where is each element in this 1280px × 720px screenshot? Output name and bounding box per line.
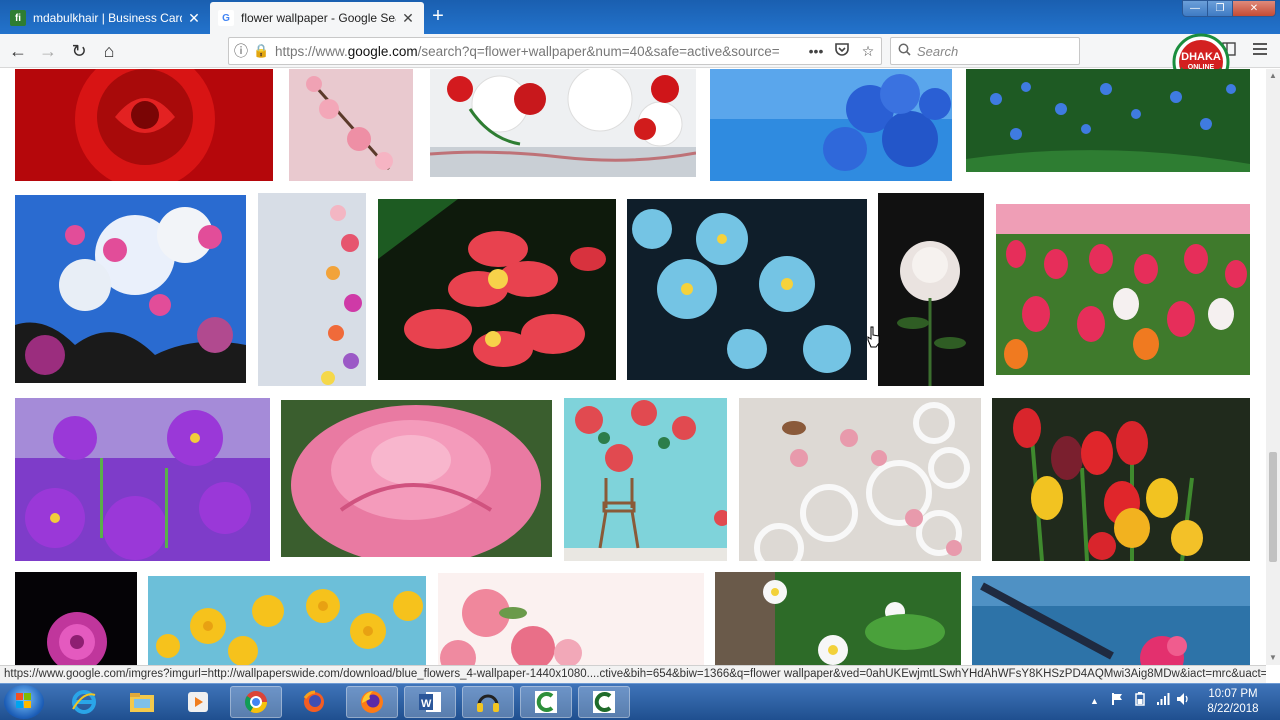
firefox-icon[interactable]: [346, 686, 398, 718]
start-button[interactable]: [4, 685, 44, 719]
url-text[interactable]: https://www.google.com/search?q=flower+w…: [275, 44, 803, 59]
search-icon: [891, 43, 917, 59]
image-result-tulips[interactable]: [992, 398, 1250, 561]
tab-title: mdabulkhair | Business Cards & L: [33, 11, 182, 25]
scrollbar-thumb[interactable]: [1269, 452, 1277, 562]
image-result-plumeria[interactable]: [378, 199, 616, 380]
image-result-pink-rose[interactable]: [281, 400, 552, 557]
image-result-blue-flowers[interactable]: [710, 69, 952, 181]
scroll-down-icon[interactable]: ▼: [1266, 651, 1280, 665]
image-result-white-blossoms[interactable]: [715, 572, 961, 665]
forward-button[interactable]: →: [36, 40, 60, 62]
minimize-button[interactable]: —: [1182, 0, 1208, 17]
close-icon[interactable]: ✕: [186, 10, 202, 27]
tab-business-cards[interactable]: fi mdabulkhair | Business Cards & L ✕: [2, 2, 210, 34]
image-result-cherry-blossom[interactable]: [289, 69, 413, 181]
address-bar[interactable]: ⓘ 🔒 https://www.google.com/search?q=flow…: [228, 37, 882, 65]
image-results-grid: [0, 69, 1266, 665]
close-icon[interactable]: ✕: [400, 10, 416, 27]
image-result-pink-roses-white[interactable]: [438, 573, 704, 665]
navigation-bar: ← → ↻ ⌂ ⓘ 🔒 https://www.google.com/searc…: [0, 34, 1280, 68]
firefox-alt-icon[interactable]: [288, 686, 340, 718]
screen: fi mdabulkhair | Business Cards & L ✕ G …: [0, 0, 1280, 720]
home-button[interactable]: ⌂: [97, 40, 121, 62]
reload-button[interactable]: ↻: [67, 40, 91, 62]
hand-cursor-icon: [867, 326, 881, 348]
more-actions-icon[interactable]: •••: [803, 43, 829, 59]
maximize-button[interactable]: ❐: [1207, 0, 1233, 17]
google-icon: G: [218, 10, 234, 26]
chrome-icon[interactable]: [230, 686, 282, 718]
word-icon[interactable]: W: [404, 686, 456, 718]
lock-icon[interactable]: 🔒: [253, 43, 269, 59]
svg-text:W: W: [421, 698, 432, 710]
headphones-app-icon[interactable]: [462, 686, 514, 718]
scroll-up-icon[interactable]: ▲: [1266, 69, 1280, 83]
image-result-white-peony[interactable]: [878, 193, 984, 386]
clock-time: 10:07 PM: [1208, 688, 1258, 700]
image-result-tulip-field[interactable]: [996, 204, 1250, 375]
new-tab-button[interactable]: +: [428, 4, 448, 28]
url-host: google.com: [347, 43, 418, 59]
fiverr-icon: fi: [10, 10, 26, 26]
image-result-yellow-flowers[interactable]: [148, 576, 426, 665]
tab-title: flower wallpaper - Google Search: [241, 11, 396, 25]
image-result-flower-border[interactable]: [258, 193, 366, 386]
search-input[interactable]: Search: [890, 37, 1080, 65]
battery-icon[interactable]: [1133, 692, 1147, 709]
image-result-purple-cosmos[interactable]: [15, 398, 270, 561]
tray-expand-icon[interactable]: ▲: [1090, 696, 1099, 706]
file-explorer-icon[interactable]: [116, 686, 168, 718]
menu-icon[interactable]: [1252, 42, 1268, 60]
tab-bar: fi mdabulkhair | Business Cards & L ✕ G …: [0, 0, 1280, 34]
image-result-blue-flowers-4[interactable]: [627, 199, 867, 380]
network-signal-icon[interactable]: [1156, 692, 1170, 709]
image-result-wall-flowers-chair[interactable]: [564, 398, 727, 561]
internet-explorer-icon[interactable]: [58, 686, 110, 718]
pocket-icon[interactable]: [829, 43, 855, 59]
vertical-scrollbar[interactable]: ▲ ▼: [1266, 69, 1280, 665]
system-clock[interactable]: 10:07 PM 8/22/2018: [1192, 687, 1274, 717]
search-placeholder: Search: [917, 43, 959, 59]
windows-taskbar: W ▲ 10:07 PM 8/22/2018: [0, 683, 1280, 720]
clock-date: 8/22/2018: [1207, 703, 1259, 715]
link-status-bar: https://www.google.com/imgres?imgurl=htt…: [0, 665, 1266, 683]
url-prefix: https://www.: [275, 43, 348, 59]
image-result-cosmos-sky[interactable]: [15, 195, 246, 383]
tab-flower-wallpaper[interactable]: G flower wallpaper - Google Search ✕: [210, 2, 424, 34]
info-icon[interactable]: ⓘ: [229, 41, 253, 61]
camtasia-alt-icon[interactable]: [578, 686, 630, 718]
camtasia-icon[interactable]: [520, 686, 572, 718]
back-button[interactable]: ←: [6, 40, 30, 62]
bookmark-star-icon[interactable]: ☆: [855, 43, 881, 60]
image-result-pink-flower-branch[interactable]: [972, 576, 1250, 665]
image-result-3d-circles-bird[interactable]: [739, 398, 981, 561]
image-result-3d-red-flowers[interactable]: [430, 69, 696, 177]
window-close-button[interactable]: ✕: [1232, 0, 1276, 17]
media-player-icon[interactable]: [172, 686, 224, 718]
action-center-icon[interactable]: [1110, 692, 1124, 709]
logo-text-dhaka: DHAKA: [1181, 51, 1221, 63]
image-result-pink-dahlia[interactable]: [15, 572, 137, 665]
url-path: /search?q=flower+wallpaper&num=40&safe=a…: [417, 43, 780, 59]
volume-icon[interactable]: [1176, 692, 1190, 709]
image-result-red-rose[interactable]: [15, 69, 273, 181]
image-result-forget-me-nots[interactable]: [966, 69, 1250, 172]
